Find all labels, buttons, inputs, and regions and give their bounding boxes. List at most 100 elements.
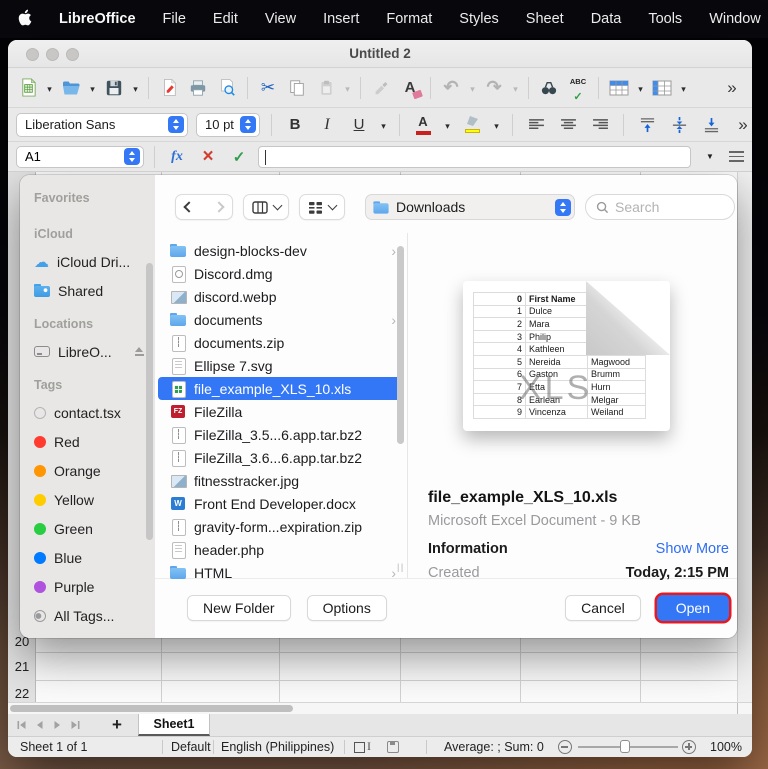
last-sheet-icon[interactable] <box>70 720 81 730</box>
export-pdf-button[interactable] <box>157 75 181 101</box>
sidebar-tag-blue[interactable]: Blue <box>34 543 155 572</box>
file-row-selected[interactable]: file_example_XLS_10.xls <box>158 377 404 400</box>
sidebar-handle-icon[interactable] <box>729 151 744 162</box>
menu-format[interactable]: Format <box>386 11 432 27</box>
file-row[interactable]: Front End Developer.docx <box>158 492 404 515</box>
sidebar-tag-red[interactable]: Red <box>34 427 155 456</box>
paste-dropdown-caret-icon[interactable] <box>343 79 352 97</box>
options-button[interactable]: Options <box>307 595 387 621</box>
search-field[interactable]: Search <box>585 194 735 220</box>
new-folder-button[interactable]: New Folder <box>187 595 291 621</box>
sidebar-item-icloud-drive[interactable]: iCloud Dri... <box>34 247 155 276</box>
title-bar[interactable]: Untitled 2 <box>8 40 752 68</box>
print-button[interactable] <box>186 75 210 101</box>
menu-insert[interactable]: Insert <box>323 11 359 27</box>
close-window-button[interactable] <box>26 48 39 61</box>
print-preview-button[interactable] <box>215 75 239 101</box>
copy-button[interactable] <box>285 75 309 101</box>
file-row[interactable]: fitnesstracker.jpg <box>158 469 404 492</box>
eject-icon[interactable] <box>134 347 145 357</box>
menu-edit[interactable]: Edit <box>213 11 238 27</box>
underline-button[interactable] <box>347 112 371 138</box>
redo-dropdown-caret-icon[interactable] <box>511 79 520 97</box>
file-row[interactable]: Ellipse 7.svg <box>158 354 404 377</box>
apple-menu[interactable] <box>18 9 32 30</box>
add-sheet-button[interactable] <box>112 714 122 736</box>
horizontal-scrollbar[interactable] <box>8 702 752 714</box>
menu-view[interactable]: View <box>265 11 296 27</box>
sidebar-item-libreoffice-volume[interactable]: LibreO... <box>34 337 155 366</box>
paste-button[interactable] <box>314 75 338 101</box>
cut-button[interactable] <box>256 75 280 101</box>
clear-formatting-button[interactable] <box>398 75 422 101</box>
align-left-button[interactable] <box>524 112 548 138</box>
file-row[interactable]: FileZilla_3.6...6.app.tar.bz2 <box>158 446 404 469</box>
next-sheet-icon[interactable] <box>52 720 63 730</box>
file-row[interactable]: documents <box>158 308 404 331</box>
file-row[interactable]: documents.zip <box>158 331 404 354</box>
horizontal-scrollbar-thumb[interactable] <box>10 705 293 712</box>
sidebar-tag-purple[interactable]: Purple <box>34 572 155 601</box>
file-row[interactable]: HTML <box>158 561 404 584</box>
menu-data[interactable]: Data <box>591 11 622 27</box>
menu-window[interactable]: Window <box>709 11 761 27</box>
file-row[interactable]: FileZilla <box>158 400 404 423</box>
underline-caret-icon[interactable] <box>379 116 388 134</box>
file-list-scrollbar[interactable] <box>397 246 404 444</box>
find-replace-button[interactable] <box>537 75 561 101</box>
open-button[interactable] <box>59 75 83 101</box>
insert-row-button[interactable] <box>607 75 631 101</box>
undo-dropdown-caret-icon[interactable] <box>468 79 477 97</box>
forward-button[interactable] <box>213 201 224 212</box>
reject-button[interactable] <box>196 144 220 170</box>
font-name-combobox[interactable]: Liberation Sans <box>16 113 188 137</box>
expand-formula-bar-button[interactable] <box>698 144 722 170</box>
zoom-out-button[interactable] <box>558 740 572 754</box>
location-popup[interactable]: Downloads <box>365 194 575 220</box>
sidebar-tag-yellow[interactable]: Yellow <box>34 485 155 514</box>
clone-formatting-button[interactable] <box>369 75 393 101</box>
save-button[interactable] <box>102 75 126 101</box>
highlight-color-button[interactable] <box>460 112 484 138</box>
cancel-button[interactable]: Cancel <box>565 595 641 621</box>
insert-column-caret-icon[interactable] <box>679 79 688 97</box>
new-dropdown-caret-icon[interactable] <box>45 79 54 97</box>
menu-file[interactable]: File <box>163 11 186 27</box>
spelling-button[interactable] <box>566 75 590 101</box>
align-right-button[interactable] <box>588 112 612 138</box>
zoom-in-button[interactable] <box>682 740 696 754</box>
row-header-22[interactable]: 22 <box>8 686 36 701</box>
column-view-button[interactable] <box>243 194 289 220</box>
sidebar-scrollbar[interactable] <box>146 263 153 540</box>
sidebar-all-tags[interactable]: All Tags... <box>34 601 155 630</box>
menu-styles[interactable]: Styles <box>459 11 499 27</box>
menu-tools[interactable]: Tools <box>648 11 682 27</box>
save-dropdown-caret-icon[interactable] <box>131 79 140 97</box>
sheet-tab-sheet1[interactable]: Sheet1 <box>138 714 210 736</box>
formula-input[interactable] <box>258 146 691 168</box>
column-resize-handle[interactable]: || <box>397 562 405 572</box>
center-vertically-button[interactable] <box>667 112 691 138</box>
sidebar-tag-contact[interactable]: contact.tsx <box>34 398 155 427</box>
align-center-button[interactable] <box>556 112 580 138</box>
redo-button[interactable] <box>482 75 506 101</box>
vertical-scrollbar[interactable] <box>737 172 752 702</box>
sum-average-status[interactable]: Average: ; Sum: 0 <box>444 740 544 754</box>
minimize-window-button[interactable] <box>46 48 59 61</box>
formatting-overflow-button[interactable] <box>731 112 752 138</box>
menu-sheet[interactable]: Sheet <box>526 11 564 27</box>
file-row[interactable]: FileZilla_3.5...6.app.tar.bz2 <box>158 423 404 446</box>
align-bottom-button[interactable] <box>699 112 723 138</box>
zoom-slider-thumb[interactable] <box>620 740 630 753</box>
file-row[interactable]: header.php <box>158 538 404 561</box>
sidebar-tag-green[interactable]: Green <box>34 514 155 543</box>
file-row[interactable]: design-blocks-dev <box>158 239 404 262</box>
open-button-highlighted[interactable]: Open <box>657 595 729 621</box>
sidebar-tag-orange[interactable]: Orange <box>34 456 155 485</box>
sidebar-item-shared[interactable]: Shared <box>34 276 155 305</box>
insert-column-button[interactable] <box>650 75 674 101</box>
accept-button[interactable] <box>227 144 251 170</box>
function-wizard-button[interactable] <box>165 144 189 170</box>
file-row[interactable]: Discord.dmg <box>158 262 404 285</box>
name-box[interactable]: A1 <box>16 146 144 168</box>
